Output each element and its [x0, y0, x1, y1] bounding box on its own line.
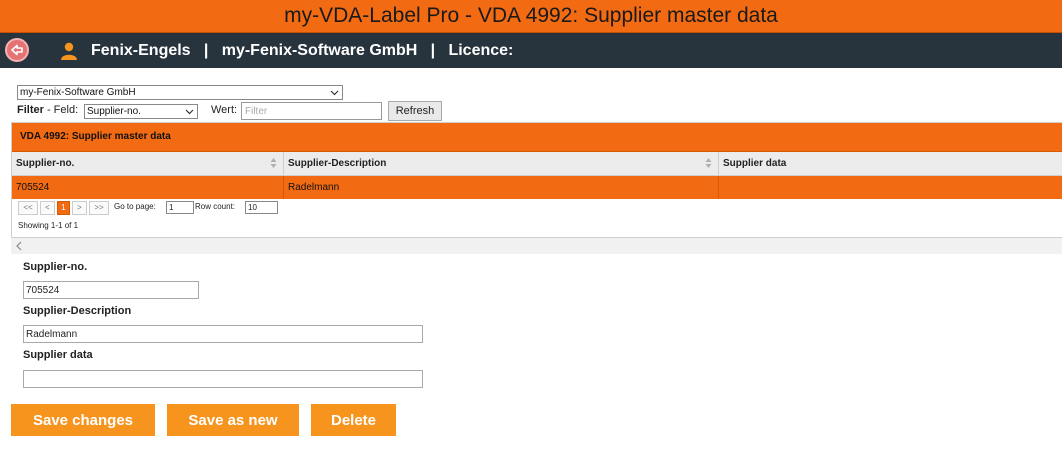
goto-page-label: Go to page: — [114, 202, 156, 211]
filter-value-input[interactable] — [241, 102, 382, 120]
user-bar: Fenix-Engels | my-Fenix-Software GmbH | … — [0, 33, 1062, 68]
save-changes-button[interactable]: Save changes — [11, 404, 155, 436]
sort-icon — [270, 158, 277, 168]
current-page-button[interactable]: 1 — [57, 201, 70, 215]
row-count-select[interactable]: 10 — [245, 201, 278, 214]
next-page-button[interactable]: > — [72, 201, 87, 215]
user-icon — [61, 42, 77, 60]
wert-label: Wert: — [211, 104, 238, 116]
grid-caption: VDA 4992: Supplier master data — [12, 123, 1062, 152]
cell-description: Radelmann — [284, 176, 719, 199]
first-page-button[interactable]: << — [18, 201, 38, 215]
chevron-left-icon[interactable] — [15, 241, 23, 251]
company-select[interactable]: my-Fenix-Software GmbH — [17, 85, 343, 100]
column-header-supplier-no[interactable]: Supplier-no. — [12, 152, 284, 175]
supplier-grid: VDA 4992: Supplier master data Supplier-… — [11, 122, 1062, 238]
company-select-value: my-Fenix-Software GmbH — [20, 87, 136, 98]
refresh-button[interactable]: Refresh — [388, 101, 442, 121]
save-as-new-button[interactable]: Save as new — [167, 404, 299, 436]
chevron-down-icon — [185, 109, 194, 115]
goto-page-select[interactable]: 1 — [166, 201, 194, 214]
cell-supplier-no: 705524 — [12, 176, 284, 199]
delete-button[interactable]: Delete — [311, 404, 396, 436]
filter-field-select[interactable]: Supplier-no. — [84, 104, 198, 119]
prev-page-button[interactable]: < — [40, 201, 55, 215]
description-input[interactable] — [23, 325, 423, 343]
chevron-down-icon — [330, 90, 339, 96]
back-arrow-icon — [11, 44, 23, 56]
showing-text: Showing 1-1 of 1 — [18, 221, 79, 230]
last-page-button[interactable]: >> — [89, 201, 109, 215]
table-row[interactable]: 705524 Radelmann — [12, 176, 1062, 199]
back-button[interactable] — [5, 38, 29, 62]
supplier-no-label: Supplier-no. — [23, 261, 88, 273]
filter-field-value: Supplier-no. — [87, 106, 141, 117]
cell-supplier-data — [719, 176, 1062, 199]
grid-header: Supplier-no. Supplier-Description Suppli… — [12, 152, 1062, 176]
supplier-no-input[interactable] — [23, 281, 199, 299]
sort-icon — [705, 158, 712, 168]
column-header-description[interactable]: Supplier-Description — [284, 152, 719, 175]
supplier-data-label: Supplier data — [23, 349, 93, 361]
row-count-label: Row count: — [195, 202, 236, 211]
column-header-supplier-data[interactable]: Supplier data — [719, 152, 1062, 175]
description-label: Supplier-Description — [23, 305, 132, 317]
horizontal-scrollbar[interactable] — [11, 238, 1062, 254]
user-info: Fenix-Engels | my-Fenix-Software GmbH | … — [91, 42, 514, 59]
supplier-data-input[interactable] — [23, 370, 423, 388]
window-title: my-VDA-Label Pro - VDA 4992: Supplier ma… — [0, 0, 1062, 33]
filter-label: Filter - Feld: — [17, 104, 79, 116]
